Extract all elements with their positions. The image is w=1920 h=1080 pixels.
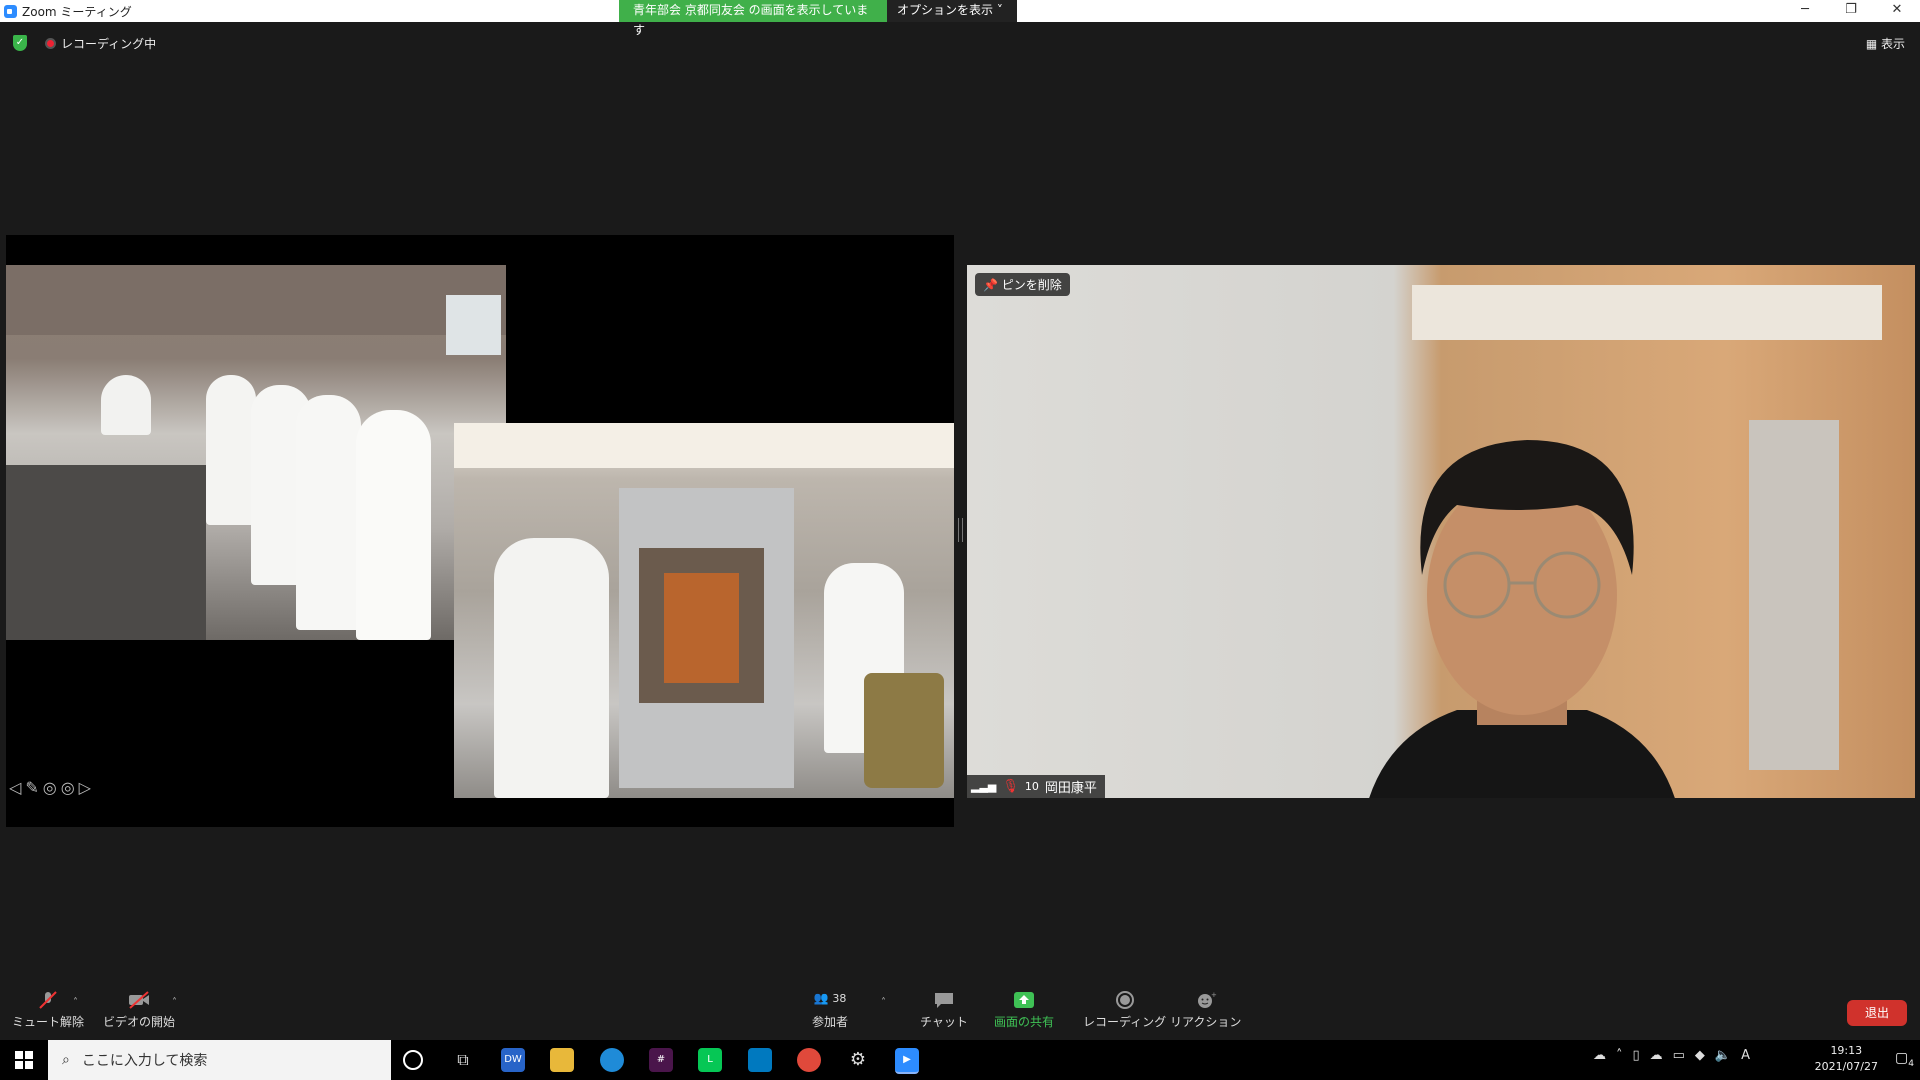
search-placeholder: ここに入力して検索	[81, 1053, 208, 1069]
search-icon: ⌕	[62, 1052, 70, 1068]
share-banner-message: 青年部会 京都同友会 の画面を表示しています	[619, 0, 887, 37]
clock-time: 19:13	[1830, 1044, 1863, 1057]
slack-icon[interactable]: #	[649, 1048, 673, 1072]
task-view-icon[interactable]: ⧉	[451, 1048, 475, 1072]
kitchen-staff-photo	[6, 265, 506, 640]
leave-button[interactable]: 退出	[1847, 1000, 1907, 1026]
start-video-label: ビデオの開始	[103, 1015, 176, 1029]
file-explorer-icon[interactable]	[550, 1048, 574, 1072]
record-button[interactable]: レコーディング	[1083, 991, 1166, 1030]
clock-date: 2021/07/27	[1814, 1060, 1878, 1073]
participants-icon: 👥 38	[813, 991, 847, 1005]
reactions-button[interactable]: + リアクション	[1170, 991, 1241, 1030]
taskbar-search[interactable]: ⌕ ここに入力して検索	[48, 1040, 391, 1080]
participants-chevron-icon[interactable]: ˄	[881, 997, 886, 1008]
dw-icon[interactable]: DW	[501, 1048, 525, 1072]
reactions-label: リアクション	[1170, 1015, 1242, 1029]
participant-video[interactable]: 📌 ピンを削除 ▂▃▅ 🎙 10 岡田康平	[967, 265, 1915, 798]
unmute-label: ミュート解除	[12, 1015, 85, 1029]
view-label: 表示	[1880, 37, 1905, 51]
ime-indicator[interactable]: A	[1741, 1048, 1750, 1063]
app-title: Zoom ミーティング	[4, 3, 132, 20]
svg-text:+: +	[1211, 991, 1217, 999]
notification-icon[interactable]: ▢4	[1895, 1050, 1914, 1069]
unpin-button[interactable]: 📌 ピンを削除	[975, 273, 1070, 296]
window-title: Zoom ミーティング	[22, 5, 132, 19]
signal-value: 10	[1024, 780, 1039, 793]
participants-button[interactable]: 👥 38 参加者	[812, 991, 848, 1030]
video-options-chevron-icon[interactable]: ˄	[172, 997, 177, 1008]
pen-icon[interactable]: ✎	[25, 778, 38, 797]
line-icon[interactable]: L	[698, 1048, 722, 1072]
restore-button[interactable]: ❐	[1828, 0, 1874, 22]
chat-button[interactable]: チャット	[920, 991, 968, 1030]
start-button[interactable]	[0, 1040, 48, 1080]
tray-app-icon[interactable]: ▯	[1632, 1048, 1639, 1063]
record-label: レコーディング	[1083, 1015, 1167, 1029]
mic-muted-icon	[39, 991, 57, 1009]
edge-icon[interactable]	[600, 1048, 624, 1072]
zoom-icon[interactable]: ▶	[895, 1048, 919, 1074]
window-controls: ─ ❐ ✕	[1782, 0, 1920, 22]
clock[interactable]: 19:13 2021/07/27	[1815, 1043, 1878, 1075]
participants-count: 38	[832, 992, 847, 1005]
chat-label: チャット	[920, 1015, 968, 1029]
record-icon	[1115, 991, 1134, 1009]
close-button[interactable]: ✕	[1874, 0, 1920, 22]
start-video-button[interactable]: ビデオの開始	[103, 991, 175, 1030]
door-window	[1749, 420, 1839, 770]
audio-options-chevron-icon[interactable]: ˄	[73, 997, 78, 1008]
share-banner: 青年部会 京都同友会 の画面を表示しています オプションを表示 ˅	[619, 0, 1017, 37]
weather-icon[interactable]: ☁	[1593, 1048, 1606, 1063]
zoom-logo-icon	[4, 5, 17, 18]
muted-mic-icon: 🎙	[1002, 779, 1019, 794]
network-icon[interactable]: ▭	[1673, 1048, 1685, 1063]
share-screen-button[interactable]: 画面の共有	[994, 991, 1054, 1030]
onedrive-icon[interactable]: ☁	[1650, 1048, 1663, 1063]
participants-label: 参加者	[812, 1015, 849, 1029]
participant-avatar	[1369, 440, 1675, 798]
chat-icon	[934, 993, 953, 1008]
oven-photo	[454, 423, 954, 798]
reaction-icon: +	[1197, 991, 1217, 1008]
notification-count: 4	[1908, 1058, 1914, 1069]
meeting-toolbar: ミュート解除 ˄ ビデオの開始 ˄ 👥 38 参加者 ˄ チャット 画面の共有 …	[0, 985, 1920, 1040]
next-slide-icon[interactable]: ▷	[79, 778, 91, 797]
volume-icon[interactable]: 🔈	[1715, 1048, 1731, 1063]
tray-chevron-icon[interactable]: ˄	[1616, 1048, 1623, 1063]
prev-slide-icon[interactable]: ◁	[9, 778, 21, 797]
windows-logo-icon	[15, 1051, 33, 1069]
zoom-in-icon[interactable]: ◎	[61, 778, 75, 797]
presentation-tools: ◁ ✎ ◎ ◎ ▷	[9, 778, 91, 797]
share-screen-label: 画面の共有	[994, 1015, 1055, 1029]
participant-name: 岡田康平	[1044, 781, 1097, 796]
shared-screen[interactable]: ◁ ✎ ◎ ◎ ▷	[6, 235, 954, 827]
recording-label: レコーディング中	[61, 37, 157, 51]
dropbox-icon[interactable]: ◆	[1695, 1048, 1705, 1063]
video-off-icon	[129, 991, 149, 1009]
chrome-icon[interactable]	[797, 1048, 821, 1072]
zoom-out-icon[interactable]: ◎	[43, 778, 57, 797]
minimize-button[interactable]: ─	[1782, 0, 1828, 22]
system-tray: ☁ ˄ ▯ ☁ ▭ ◆ 🔈 A	[1593, 1048, 1750, 1063]
unpin-label: ピンを削除	[1001, 278, 1062, 292]
recording-dot-icon	[45, 38, 56, 49]
cortana-icon[interactable]	[403, 1050, 423, 1070]
signal-bars-icon: ▂▃▅	[971, 780, 997, 793]
share-screen-icon	[1014, 992, 1034, 1008]
options-label: オプションを表示	[897, 3, 994, 17]
participant-name-tag: ▂▃▅ 🎙 10 岡田康平	[967, 775, 1105, 798]
taskbar: ⌕ ここに入力して検索 ⧉ DW # L ⚙ ▶ ☁ ˄ ▯ ☁ ▭ ◆ 🔈 A…	[0, 1040, 1920, 1080]
settings-icon[interactable]: ⚙	[846, 1048, 870, 1072]
view-button[interactable]: ▦ 表示	[1866, 35, 1905, 52]
options-button[interactable]: オプションを表示 ˅	[887, 0, 1017, 22]
split-view-handle[interactable]	[958, 518, 963, 542]
security-shield-icon[interactable]: ✓	[13, 35, 27, 51]
door-frame	[1412, 285, 1882, 340]
recording-indicator[interactable]: レコーディング中	[45, 35, 156, 52]
trello-icon[interactable]	[748, 1048, 772, 1072]
title-bar: Zoom ミーティング 青年部会 京都同友会 の画面を表示しています オプション…	[0, 0, 1920, 37]
